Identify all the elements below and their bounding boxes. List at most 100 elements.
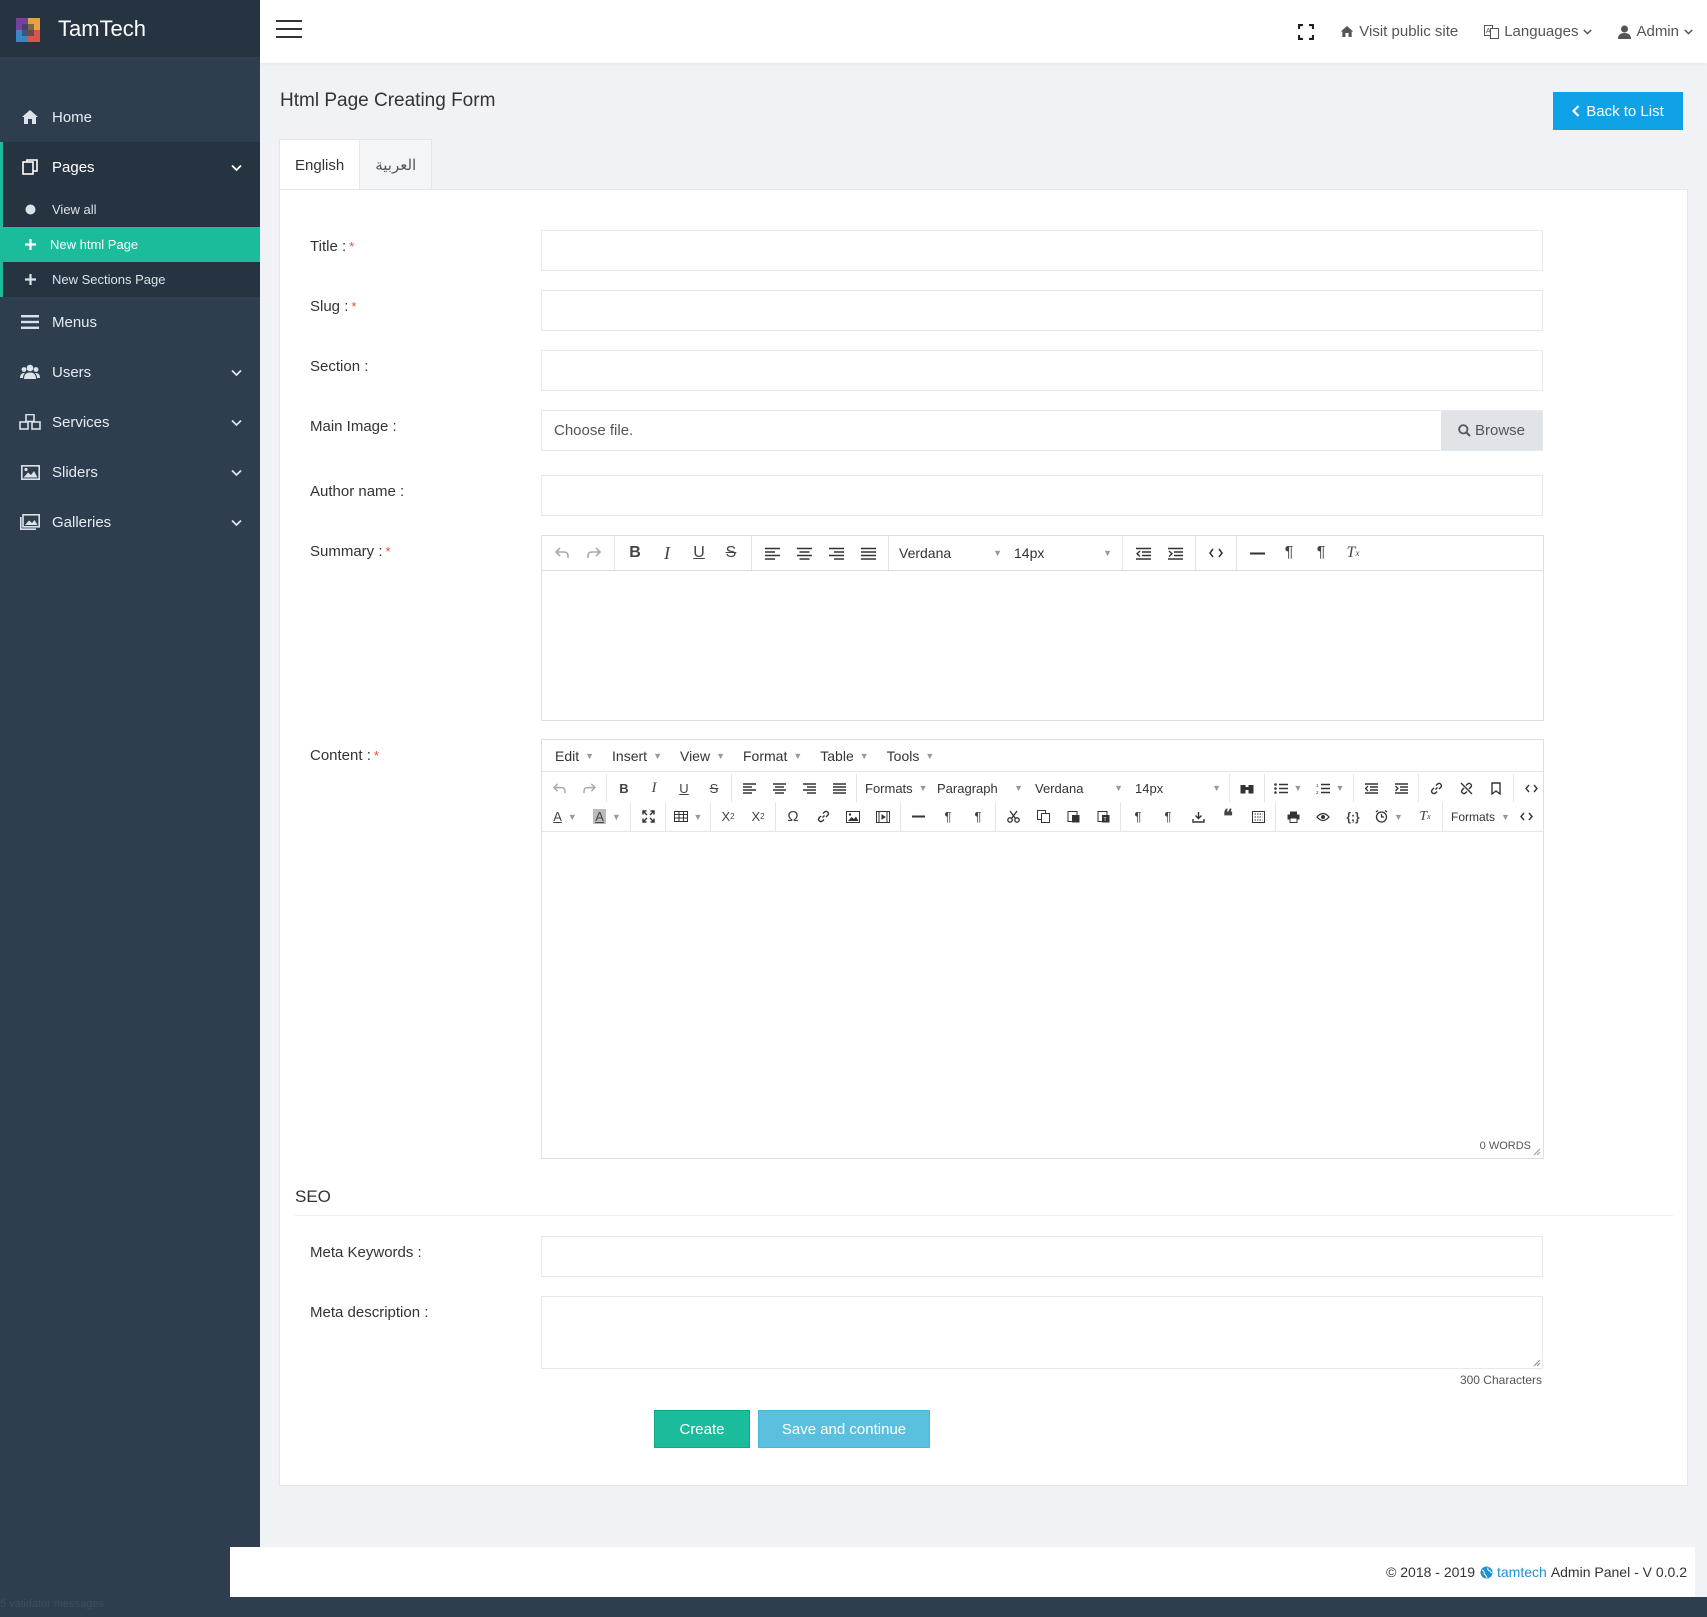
template-icon[interactable] bbox=[1183, 803, 1213, 831]
sidebar-item-pages[interactable]: Pages bbox=[0, 142, 260, 192]
align-justify-icon[interactable] bbox=[824, 774, 854, 802]
rtl-icon[interactable]: ¶ bbox=[1305, 539, 1337, 567]
font-family-select[interactable]: Verdana ▼ bbox=[1029, 781, 1129, 796]
main-image-file-input[interactable]: Choose file. Browse bbox=[541, 410, 1543, 451]
horizontal-rule-icon[interactable] bbox=[903, 803, 933, 831]
formats-select[interactable]: Formats ▼ bbox=[859, 781, 931, 796]
tab-arabic[interactable]: العربية bbox=[360, 139, 433, 190]
print-icon[interactable] bbox=[1278, 803, 1308, 831]
bold-icon[interactable]: B bbox=[619, 539, 651, 567]
clear-format-icon[interactable]: Tx bbox=[1337, 539, 1369, 567]
ltr-icon[interactable]: ¶ bbox=[933, 803, 963, 831]
author-name-input[interactable] bbox=[541, 475, 1543, 516]
section-input[interactable] bbox=[541, 350, 1543, 391]
menu-format[interactable]: Format ▼ bbox=[734, 748, 811, 764]
align-right-icon[interactable] bbox=[794, 774, 824, 802]
hamburger-menu-icon[interactable] bbox=[276, 20, 302, 40]
admin-user-dropdown[interactable]: Admin bbox=[1618, 23, 1693, 40]
align-right-icon[interactable] bbox=[820, 539, 852, 567]
horizontal-rule-icon[interactable] bbox=[1241, 539, 1273, 567]
bookmark-icon[interactable] bbox=[1481, 774, 1511, 802]
font-size-select[interactable]: 14px ▼ bbox=[1129, 781, 1227, 796]
outdent-icon[interactable] bbox=[1127, 539, 1159, 567]
brand[interactable]: TamTech bbox=[0, 0, 260, 57]
insert-media-icon[interactable] bbox=[868, 803, 898, 831]
ltr-icon[interactable]: ¶ bbox=[1273, 539, 1305, 567]
tab-english[interactable]: English bbox=[279, 139, 361, 190]
table-icon[interactable]: ▼ bbox=[668, 803, 708, 831]
align-center-icon[interactable] bbox=[764, 774, 794, 802]
outdent-icon[interactable] bbox=[1356, 774, 1386, 802]
indent-icon[interactable] bbox=[1159, 539, 1191, 567]
redo-icon[interactable] bbox=[574, 774, 604, 802]
sidebar-item-galleries[interactable]: Galleries bbox=[0, 497, 260, 547]
sidebar-item-sliders[interactable]: Sliders bbox=[0, 447, 260, 497]
find-replace-icon[interactable] bbox=[1232, 774, 1262, 802]
rtl-icon[interactable]: ¶ bbox=[963, 803, 993, 831]
formats-select[interactable]: Formats ▼ bbox=[1445, 810, 1511, 824]
save-and-continue-button[interactable]: Save and continue bbox=[758, 1410, 930, 1448]
paste-text-icon[interactable]: T bbox=[1088, 803, 1118, 831]
meta-description-textarea[interactable] bbox=[541, 1296, 1543, 1369]
languages-dropdown[interactable]: A Languages bbox=[1484, 23, 1593, 40]
menu-edit[interactable]: Edit ▼ bbox=[546, 748, 603, 764]
bullet-list-icon[interactable]: ▼ bbox=[1267, 774, 1309, 802]
paragraph-icon[interactable]: ¶ bbox=[1123, 803, 1153, 831]
strikethrough-icon[interactable]: S bbox=[715, 539, 747, 567]
code-icon[interactable] bbox=[1200, 539, 1232, 567]
sidebar-subitem-view-all[interactable]: View all bbox=[3, 192, 260, 227]
sidebar-item-menus[interactable]: Menus bbox=[0, 297, 260, 347]
create-button[interactable]: Create bbox=[654, 1410, 750, 1448]
sidebar-item-users[interactable]: Users bbox=[0, 347, 260, 397]
menu-tools[interactable]: Tools ▼ bbox=[878, 748, 944, 764]
undo-icon[interactable] bbox=[544, 774, 574, 802]
link-icon[interactable] bbox=[808, 803, 838, 831]
browse-button[interactable]: Browse bbox=[1441, 411, 1542, 450]
unlink-icon[interactable] bbox=[1451, 774, 1481, 802]
cut-icon[interactable] bbox=[998, 803, 1028, 831]
italic-icon[interactable]: I bbox=[639, 774, 669, 802]
fullscreen-button[interactable] bbox=[1298, 23, 1315, 40]
align-left-icon[interactable] bbox=[756, 539, 788, 567]
code-icon[interactable] bbox=[1516, 774, 1546, 802]
sidebar-item-services[interactable]: Services bbox=[0, 397, 260, 447]
menu-view[interactable]: View ▼ bbox=[671, 748, 734, 764]
redo-icon[interactable] bbox=[578, 539, 610, 567]
insert-datetime-icon[interactable]: ▼ bbox=[1368, 803, 1410, 831]
resize-handle-icon[interactable] bbox=[1533, 1359, 1541, 1367]
subscript-icon[interactable]: X2 bbox=[713, 803, 743, 831]
insert-image-icon[interactable] bbox=[838, 803, 868, 831]
sidebar-item-home[interactable]: Home bbox=[0, 92, 260, 142]
block-format-select[interactable]: Paragraph ▼ bbox=[931, 781, 1029, 796]
menu-insert[interactable]: Insert ▼ bbox=[603, 748, 671, 764]
paste-icon[interactable] bbox=[1058, 803, 1088, 831]
sidebar-subitem-new-sections-page[interactable]: New Sections Page bbox=[3, 262, 260, 297]
back-to-list-button[interactable]: Back to List bbox=[1553, 92, 1683, 130]
show-blocks-icon[interactable]: ¶ bbox=[1153, 803, 1183, 831]
code-icon[interactable] bbox=[1511, 803, 1541, 831]
underline-icon[interactable]: U bbox=[669, 774, 699, 802]
text-color-icon[interactable]: A ▼ bbox=[544, 803, 586, 831]
source-code-icon[interactable]: {;} bbox=[1338, 803, 1368, 831]
align-justify-icon[interactable] bbox=[852, 539, 884, 567]
font-family-select[interactable]: Verdana ▼ bbox=[893, 539, 1008, 567]
background-color-icon[interactable]: A ▼ bbox=[586, 803, 628, 831]
fullscreen-icon[interactable] bbox=[633, 803, 663, 831]
superscript-icon[interactable]: X2 bbox=[743, 803, 773, 831]
special-character-icon[interactable]: Ω bbox=[778, 803, 808, 831]
link-icon[interactable] bbox=[1421, 774, 1451, 802]
font-size-select[interactable]: 14px ▼ bbox=[1008, 539, 1118, 567]
underline-icon[interactable]: U bbox=[683, 539, 715, 567]
preview-icon[interactable] bbox=[1308, 803, 1338, 831]
meta-keywords-input[interactable] bbox=[541, 1236, 1543, 1277]
bold-icon[interactable]: B bbox=[609, 774, 639, 802]
indent-icon[interactable] bbox=[1386, 774, 1416, 802]
sidebar-subitem-new-html-page[interactable]: New html Page bbox=[0, 227, 260, 262]
title-input[interactable] bbox=[541, 230, 1543, 271]
strikethrough-icon[interactable]: S bbox=[699, 774, 729, 802]
resize-handle-icon[interactable] bbox=[1533, 1148, 1541, 1156]
copy-icon[interactable] bbox=[1028, 803, 1058, 831]
numbered-list-icon[interactable]: 1 2 ▼ bbox=[1309, 774, 1351, 802]
italic-icon[interactable]: I bbox=[651, 539, 683, 567]
clear-format-icon[interactable]: Tx bbox=[1410, 803, 1440, 831]
